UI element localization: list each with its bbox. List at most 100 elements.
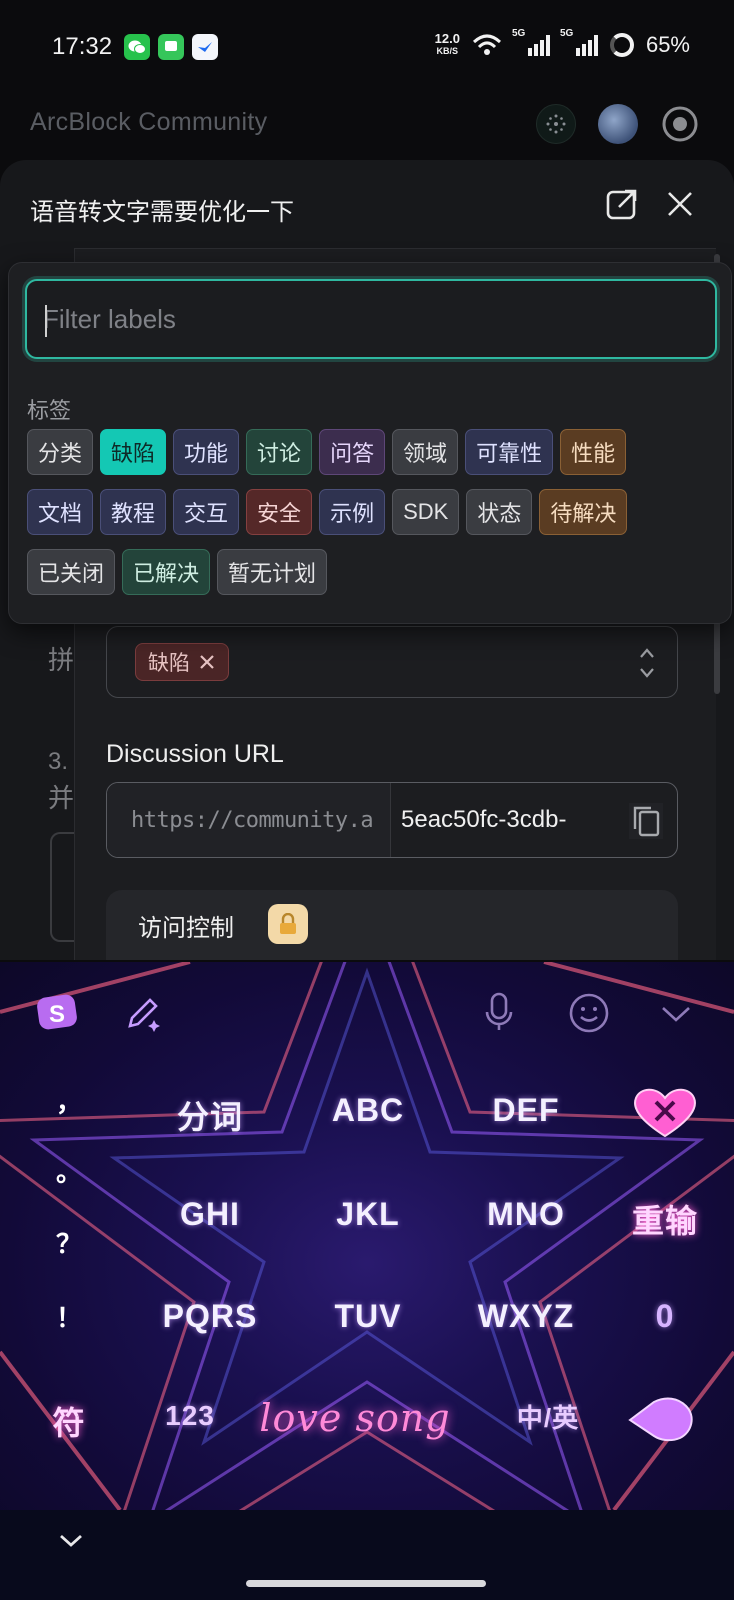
punct-key[interactable]: ？ <box>56 1224 82 1261</box>
label-option[interactable]: 已关闭 <box>27 549 116 595</box>
labels-select[interactable]: 缺陷 <box>106 626 678 698</box>
label-option[interactable]: 暂无计划 <box>217 549 328 595</box>
system-nav-bar <box>0 1510 734 1600</box>
chevron-updown-icon <box>640 648 654 678</box>
close-button[interactable] <box>662 186 698 222</box>
battery-icon <box>609 33 634 57</box>
remove-label-icon[interactable] <box>198 653 216 671</box>
label-option[interactable]: 可靠性 <box>465 429 554 475</box>
gesture-handle[interactable] <box>246 1580 486 1587</box>
label-option[interactable]: 安全 <box>246 489 313 535</box>
label-option[interactable]: SDK <box>392 489 460 535</box>
app-title: ArcBlock Community <box>30 108 268 136</box>
background-card-edge <box>50 832 74 942</box>
punct-key[interactable]: ！ <box>56 1298 82 1335</box>
enter-key[interactable] <box>626 1396 698 1449</box>
label-option[interactable]: 领域 <box>392 429 459 475</box>
filter-labels-input[interactable] <box>25 279 717 359</box>
key-lang-switch[interactable]: 中/英 <box>508 1398 588 1435</box>
signal-1-label: 5G <box>511 28 526 39</box>
network-speed-unit: KB/S <box>436 46 459 56</box>
url-prefix: https://community.a <box>107 783 391 857</box>
label-option[interactable]: 已解决 <box>122 549 211 595</box>
label-option[interactable]: 问答 <box>319 429 386 475</box>
record-icon[interactable] <box>660 104 700 144</box>
notification-icons <box>124 34 218 60</box>
key-tuv[interactable]: TUV <box>308 1298 428 1335</box>
cell-signal-2-icon: 5G <box>560 28 598 56</box>
status-indicators: 12.0 KB/S 5G 5G 65% <box>435 28 690 58</box>
discussion-url-label: Discussion URL <box>106 740 284 768</box>
label-row: 已关闭 已解决 暂无计划 <box>27 549 328 595</box>
label-option[interactable]: 分类 <box>27 429 94 475</box>
punct-key[interactable]: ， <box>56 1082 82 1119</box>
url-value[interactable]: 5eac50fc-3cdb- <box>391 783 677 857</box>
cell-signal-1-icon: 5G <box>512 28 550 56</box>
signal-2-label: 5G <box>559 28 574 39</box>
background-text: 3. <box>48 748 69 775</box>
discussion-url-field[interactable]: https://community.a 5eac50fc-3cdb- <box>106 782 678 858</box>
selected-label-text: 缺陷 <box>148 652 190 675</box>
key-wxyz[interactable]: WXYZ <box>466 1298 586 1335</box>
network-speed: 12.0 KB/S <box>435 32 460 58</box>
close-icon <box>668 192 692 216</box>
key-mno[interactable]: MNO <box>466 1196 586 1233</box>
label-option[interactable]: 讨论 <box>246 429 313 475</box>
label-option[interactable]: 性能 <box>560 429 627 475</box>
chevron-down-icon <box>60 1534 82 1547</box>
key-def[interactable]: DEF <box>466 1092 586 1129</box>
key-reinput[interactable]: 重输 <box>620 1196 710 1242</box>
label-option[interactable]: 教程 <box>100 489 167 535</box>
lark-icon <box>192 34 218 60</box>
label-option[interactable]: 交互 <box>173 489 240 535</box>
label-option[interactable]: 待解决 <box>539 489 628 535</box>
label-option[interactable]: 功能 <box>173 429 240 475</box>
key-abc[interactable]: ABC <box>308 1092 428 1129</box>
labels-heading: 标签 <box>27 398 72 423</box>
collapse-keyboard-button[interactable] <box>58 1532 84 1555</box>
label-filter-dropdown: 标签 分类 缺陷 功能 讨论 问答 领域 可靠性 性能 文档 教程 交互 安全 … <box>8 262 732 624</box>
clock: 17:32 <box>52 33 113 60</box>
copy-button[interactable] <box>629 803 663 839</box>
copy-icon <box>633 806 660 837</box>
label-row: 文档 教程 交互 安全 示例 SDK 状态 待解决 <box>27 489 628 535</box>
key-pqrs[interactable]: PQRS <box>150 1298 270 1335</box>
label-option-selected[interactable]: 缺陷 <box>100 429 167 475</box>
user-avatar[interactable] <box>598 104 638 144</box>
open-external-button[interactable] <box>604 186 640 222</box>
arcblock-network-icon[interactable] <box>536 104 576 144</box>
svg-text:S: S <box>49 1001 65 1028</box>
background-text: 并 <box>48 783 75 813</box>
key-ghi[interactable]: GHI <box>150 1196 270 1233</box>
sheet-title: 语音转文字需要优化一下 <box>30 199 294 226</box>
label-option[interactable]: 状态 <box>466 489 533 535</box>
ime-keyboard: S ， 。 ？ ！ 分词 ABC DEF GHI JKL MNO 重输 PQRS… <box>0 962 734 1510</box>
label-option[interactable]: 文档 <box>27 489 94 535</box>
key-symbols[interactable]: 符 <box>34 1398 104 1444</box>
label-option[interactable]: 示例 <box>319 489 386 535</box>
key-zero[interactable]: 0 <box>630 1298 700 1335</box>
sogou-logo-icon[interactable]: S <box>36 992 80 1037</box>
messages-icon <box>158 34 184 60</box>
background-text: 拼 <box>48 645 75 675</box>
battery-level: 65% <box>645 32 690 57</box>
delete-key[interactable] <box>630 1086 700 1145</box>
label-row: 分类 缺陷 功能 讨论 问答 领域 可靠性 性能 <box>27 429 627 475</box>
hide-keyboard-chevron-icon[interactable] <box>660 1004 692 1029</box>
heart-delete-icon <box>634 1088 696 1138</box>
emoji-icon[interactable] <box>568 992 610 1039</box>
key-jkl[interactable]: JKL <box>308 1196 428 1233</box>
open-external-icon <box>606 189 637 220</box>
microphone-icon[interactable] <box>484 992 514 1037</box>
edit-pencil-icon[interactable] <box>124 994 162 1037</box>
access-control-section[interactable]: 访问控制 <box>106 890 678 960</box>
url-value-text: 5eac50fc-3cdb- <box>401 806 567 833</box>
wechat-icon <box>124 34 150 60</box>
key-numbers[interactable]: 123 <box>150 1400 230 1432</box>
punct-key[interactable]: 。 <box>56 1152 82 1189</box>
key-fenci[interactable]: 分词 <box>150 1092 270 1138</box>
key-space[interactable]: love song <box>250 1396 460 1440</box>
text-cursor <box>45 305 47 337</box>
filter-labels-field[interactable] <box>27 281 715 357</box>
heart-arrow-enter-icon <box>628 1397 693 1442</box>
